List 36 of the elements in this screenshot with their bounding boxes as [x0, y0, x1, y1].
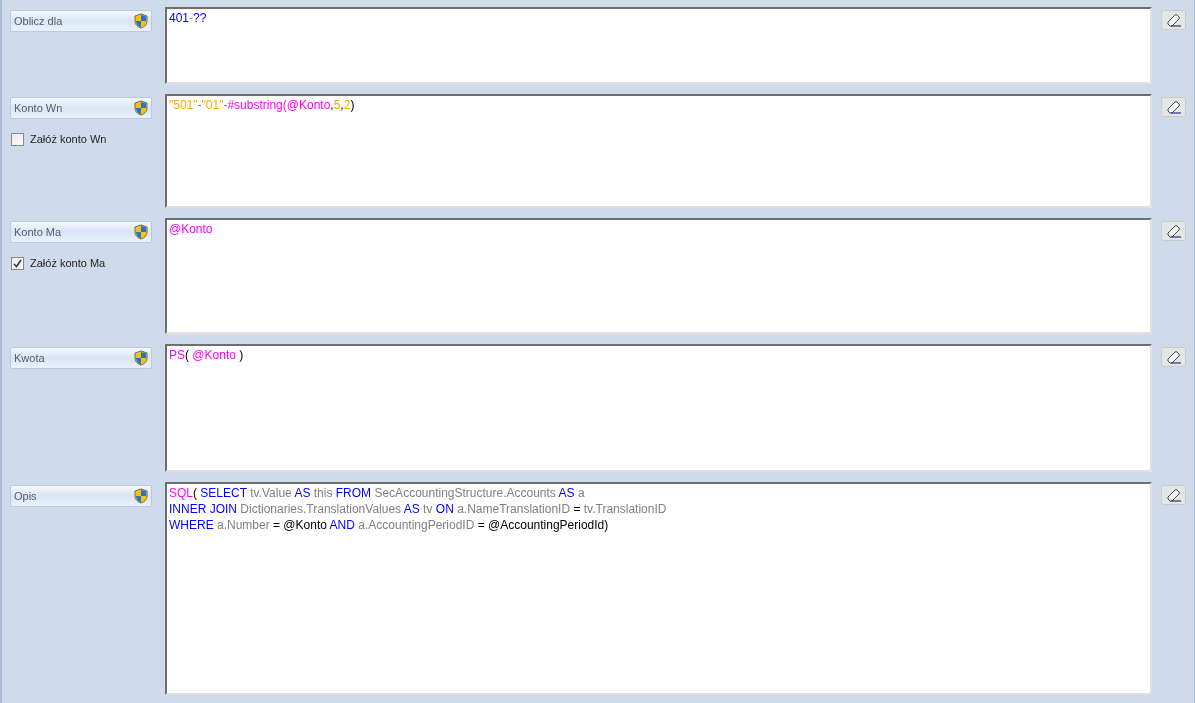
clear-button[interactable] — [1161, 97, 1186, 117]
clear-button[interactable] — [1161, 221, 1186, 241]
eraser-icon — [1165, 100, 1182, 114]
shield-icon — [134, 488, 148, 504]
checkbox-label: Załóż konto Ma — [30, 256, 106, 271]
checkbox[interactable] — [11, 256, 24, 270]
eraser-icon — [1165, 224, 1182, 238]
code-line: 401-?? — [169, 10, 207, 26]
expression-editor[interactable]: 401-?? — [165, 7, 1152, 84]
clear-button[interactable] — [1161, 485, 1186, 505]
clear-button[interactable] — [1161, 10, 1186, 30]
clear-button[interactable] — [1161, 347, 1186, 367]
code-line: PS( @Konto ) — [169, 347, 244, 363]
field-label-button[interactable]: Konto Ma — [10, 221, 152, 243]
code-line: SQL( SELECT tv.Value AS this FROM SecAccountingStructure.Accounts AS a — [169, 485, 585, 501]
checkbox[interactable] — [11, 132, 24, 146]
expression-editor[interactable] — [165, 482, 1152, 695]
shield-icon — [134, 350, 148, 366]
code-line: INNER JOIN Dictionaries.TranslationValues AS tv ON a.NameTranslationID = tv.TranslationID — [169, 501, 667, 517]
shield-icon — [134, 13, 148, 29]
eraser-icon — [1165, 350, 1182, 364]
eraser-icon — [1165, 13, 1182, 27]
checkbox-label: Załóż konto Wn — [30, 132, 107, 147]
field-label-button[interactable]: Opis — [10, 485, 152, 507]
field-label-button[interactable]: Kwota — [10, 347, 152, 369]
code-line: WHERE a.Number = @Konto AND a.AccountingPeriodID = @AccountingPeriodId) — [169, 517, 609, 533]
expression-editor[interactable]: "501"-"01"-#substring(@Konto,5,2) — [165, 94, 1152, 208]
expression-editor[interactable]: PS( @Konto ) — [165, 344, 1152, 472]
shield-icon — [134, 224, 148, 240]
code-line: "501"-"01"-#substring(@Konto,5,2) — [169, 97, 355, 113]
code-line: @Konto — [169, 221, 213, 237]
eraser-icon — [1165, 488, 1182, 502]
expression-editor[interactable]: @Konto — [165, 218, 1152, 334]
field-label-button[interactable]: Konto Wn — [10, 97, 152, 119]
shield-icon — [134, 100, 148, 116]
field-label-button[interactable]: Oblicz dla — [10, 10, 152, 32]
